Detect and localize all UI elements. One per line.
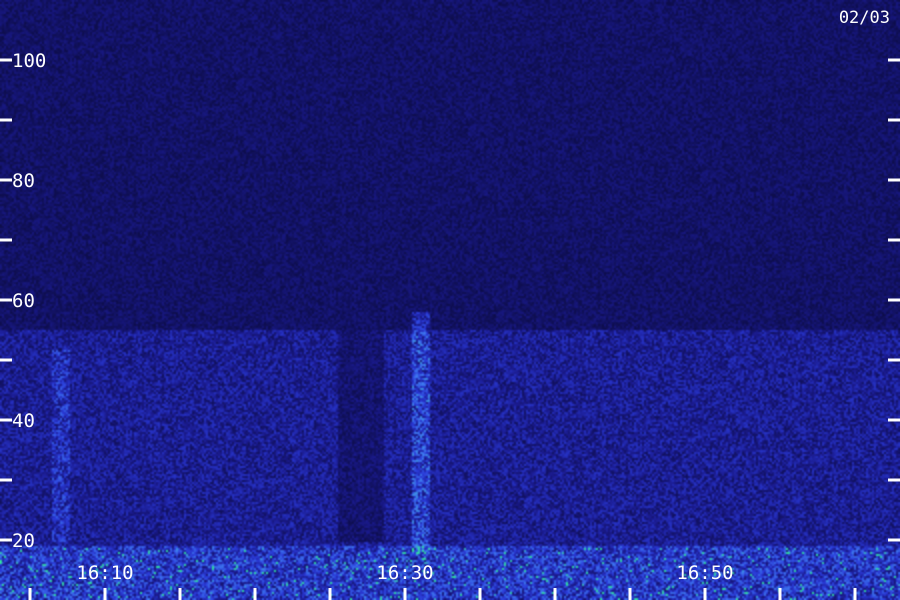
spectrogram-chart: 20 40 60 80 100 16:10 16:30 16:50 02/03 (0, 0, 900, 600)
x-tick-label: 16:10 (76, 562, 133, 584)
y-tick-label: 60 (12, 290, 35, 312)
date-label: 02/03 (839, 8, 890, 28)
x-tick-label: 16:30 (376, 562, 433, 584)
y-tick-label: 80 (12, 170, 35, 192)
y-tick-label: 100 (12, 50, 46, 72)
spectrogram-heatmap (0, 0, 900, 600)
y-tick-label: 40 (12, 410, 35, 432)
x-tick-label: 16:50 (676, 562, 733, 584)
y-tick-label: 20 (12, 530, 35, 552)
